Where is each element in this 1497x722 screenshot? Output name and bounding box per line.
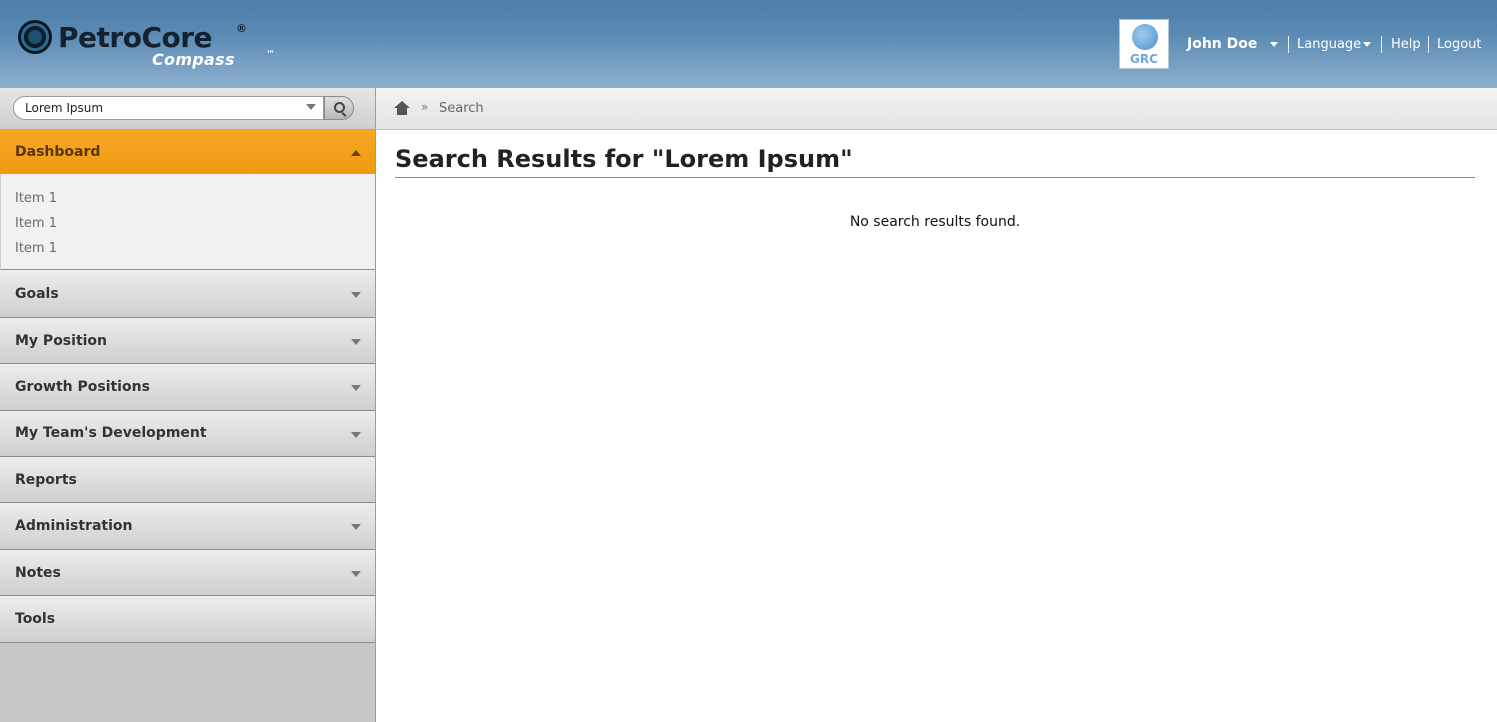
empty-results-message: No search results found. — [849, 214, 1021, 230]
header-divider — [1428, 36, 1429, 53]
chevron-up-icon[interactable] — [351, 150, 361, 156]
chevron-down-icon[interactable] — [351, 385, 361, 391]
home-icon[interactable] — [394, 101, 410, 108]
sidebar-item-goals[interactable]: Goals — [0, 270, 375, 318]
dashboard-submenu: Item 1 Item 1 Item 1 — [0, 174, 375, 270]
chevron-down-icon[interactable] — [1363, 42, 1371, 47]
product-name: Compass — [152, 50, 235, 69]
app-header: PetroCore ® Compass ™ GRC John Doe Langu… — [0, 0, 1497, 88]
header-divider — [1288, 36, 1289, 53]
sidebar-item-administration[interactable]: Administration — [0, 503, 375, 550]
help-link[interactable]: Help — [1391, 37, 1421, 52]
chevron-down-icon[interactable] — [351, 524, 361, 530]
trademark-mark: ™ — [266, 50, 275, 60]
sidebar-item-label: Administration — [15, 518, 133, 534]
breadcrumb-separator: » — [421, 100, 429, 114]
submenu-item[interactable]: Item 1 — [15, 191, 57, 206]
sidebar-item-label: My Position — [15, 333, 108, 349]
sidebar-item-label: Dashboard — [15, 144, 101, 160]
sidebar-search-bar: Lorem Ipsum — [0, 88, 375, 130]
sidebar-item-my-position[interactable]: My Position — [0, 318, 375, 364]
home-icon-body[interactable] — [397, 108, 407, 115]
chevron-down-icon[interactable] — [306, 104, 316, 110]
sidebar-item-label: Notes — [15, 565, 61, 581]
sidebar-item-tools[interactable]: Tools — [0, 596, 375, 643]
sidebar-item-reports[interactable]: Reports — [0, 457, 375, 503]
globe-icon — [1132, 24, 1158, 50]
page-title: Search Results for "Lorem Ipsum" — [395, 145, 853, 173]
chevron-down-icon[interactable] — [351, 339, 361, 345]
sidebar-item-label: Reports — [15, 472, 77, 488]
breadcrumb: » Search — [376, 88, 1497, 130]
chevron-down-icon[interactable] — [351, 292, 361, 298]
breadcrumb-current: Search — [439, 101, 484, 116]
sidebar: Lorem Ipsum Dashboard Item 1 Item 1 Item… — [0, 88, 376, 722]
sidebar-item-notes[interactable]: Notes — [0, 550, 375, 596]
org-badge-label: GRC — [1130, 52, 1158, 66]
header-divider — [1381, 36, 1382, 53]
sidebar-item-dashboard[interactable]: Dashboard — [0, 130, 375, 175]
chevron-down-icon[interactable] — [351, 571, 361, 577]
sidebar-item-growth-positions[interactable]: Growth Positions — [0, 364, 375, 411]
sidebar-item-label: Tools — [15, 611, 56, 627]
registered-mark: ® — [236, 22, 247, 35]
chevron-down-icon[interactable] — [351, 432, 361, 438]
logo-icon — [18, 20, 52, 54]
divider — [395, 177, 1475, 178]
submenu-item[interactable]: Item 1 — [15, 216, 57, 231]
search-icon — [334, 102, 345, 113]
search-button[interactable] — [324, 96, 354, 120]
sidebar-item-my-teams-development[interactable]: My Team's Development — [0, 411, 375, 457]
logout-link[interactable]: Logout — [1437, 37, 1482, 52]
sidebar-item-label: My Team's Development — [15, 425, 207, 441]
user-menu[interactable]: John Doe — [1187, 36, 1257, 52]
sidebar-item-label: Growth Positions — [15, 379, 150, 395]
chevron-down-icon[interactable] — [1270, 42, 1278, 47]
search-input[interactable]: Lorem Ipsum — [13, 96, 324, 120]
org-badge: GRC — [1119, 19, 1169, 69]
sidebar-item-label: Goals — [15, 286, 59, 302]
submenu-item[interactable]: Item 1 — [15, 241, 57, 256]
language-menu[interactable]: Language — [1297, 37, 1361, 52]
search-icon-handle — [341, 112, 347, 117]
